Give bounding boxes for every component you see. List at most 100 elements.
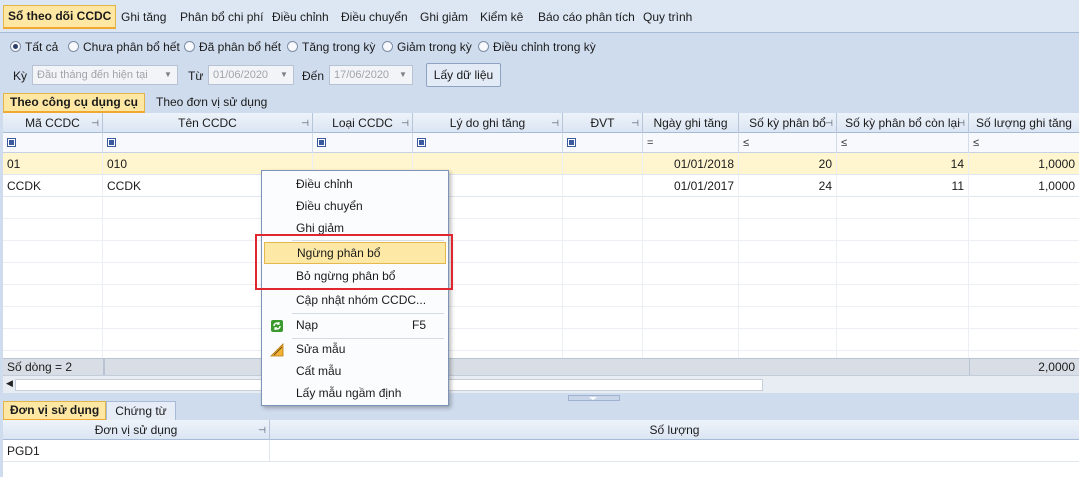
col-header-label: Số lượng bbox=[649, 423, 700, 437]
filter-cell-so-ky-phan-bo[interactable]: ≤ bbox=[739, 133, 837, 153]
grid-line bbox=[836, 153, 837, 358]
col-header-loai-ccdc[interactable]: Loại CCDC ⊣ bbox=[313, 113, 413, 133]
tab-theo-don-vi-su-dung[interactable]: Theo đơn vị sử dụng bbox=[150, 93, 273, 113]
tab-ghi-giam[interactable]: Ghi giảm bbox=[416, 5, 472, 29]
pin-icon[interactable]: ⊣ bbox=[401, 113, 409, 133]
col-header-don-vi-su-dung[interactable]: Đơn vị sử dụng ⊣ bbox=[3, 420, 270, 440]
menu-item-dieu-chinh[interactable]: Điều chỉnh bbox=[264, 173, 446, 195]
col-header-ten-ccdc[interactable]: Tên CCDC ⊣ bbox=[103, 113, 313, 133]
menu-item-cap-nhat-nhom[interactable]: Cập nhật nhóm CCDC... bbox=[264, 289, 446, 311]
filter-cell-ngay-ghi-tang[interactable]: = bbox=[643, 133, 739, 153]
filter-cell-loai-ccdc[interactable] bbox=[313, 133, 413, 153]
filter-cell-so-luong[interactable]: ≤ bbox=[969, 133, 1079, 153]
grid-line bbox=[968, 153, 969, 358]
cell-so-luong bbox=[270, 440, 1079, 462]
fetch-data-button[interactable]: Lấy dữ liệu bbox=[426, 63, 501, 87]
ccdc-grid: Mã CCDC ⊣ Tên CCDC ⊣ Loại CCDC ⊣ Lý do ghi … bbox=[3, 113, 1079, 375]
col-header-dvt[interactable]: ĐVT ⊣ bbox=[563, 113, 643, 133]
table-row[interactable]: PGD1 bbox=[3, 440, 1079, 462]
menu-item-label: Lấy mẫu ngầm định bbox=[296, 386, 402, 400]
total-so-luong: 2,0000 bbox=[969, 359, 1079, 375]
radio-tang-trong-ky[interactable]: Tăng trong kỳ bbox=[287, 39, 375, 55]
col-header-ngay-ghi-tang[interactable]: Ngày ghi tăng bbox=[643, 113, 739, 133]
main-tab-bar: Sổ theo dõi CCDC Ghi tăng Phân bổ chi ph… bbox=[0, 0, 1079, 33]
grid-filter-row: = ≤ ≤ ≤ bbox=[3, 133, 1079, 153]
tab-chung-tu[interactable]: Chứng từ bbox=[106, 401, 176, 421]
filter-operator: ≤ bbox=[841, 137, 848, 149]
edit-template-icon bbox=[270, 342, 284, 357]
cell-ma-ccdc: 01 bbox=[3, 153, 103, 175]
menu-item-label: Điều chuyển bbox=[296, 199, 363, 213]
tab-bao-cao-phan-tich[interactable]: Báo cáo phân tích bbox=[534, 5, 639, 29]
tab-kiem-ke[interactable]: Kiểm kê bbox=[476, 5, 527, 29]
menu-item-dieu-chuyen[interactable]: Điều chuyển bbox=[264, 195, 446, 217]
filter-operator: ≤ bbox=[743, 137, 750, 149]
radio-tat-ca[interactable]: Tất cả bbox=[10, 39, 58, 55]
tab-phan-bo-chi-phi[interactable]: Phân bổ chi phí bbox=[176, 5, 267, 29]
radio-chua-phan-bo-het[interactable]: Chưa phân bổ hết bbox=[68, 39, 180, 55]
cell-so-ky-phan-bo: 20 bbox=[739, 153, 837, 175]
pin-icon[interactable]: ⊣ bbox=[258, 420, 266, 440]
scroll-left-icon[interactable]: ◀ bbox=[6, 378, 13, 389]
radio-dieu-chinh-trong-ky[interactable]: Điều chỉnh trong kỳ bbox=[478, 39, 596, 55]
col-header-so-ky-phan-bo[interactable]: Số kỳ phân bổ ⊣ bbox=[739, 113, 837, 133]
tab-dieu-chuyen[interactable]: Điều chuyển bbox=[337, 5, 412, 29]
filter-icon bbox=[567, 138, 576, 147]
radio-dot bbox=[382, 41, 393, 52]
menu-item-shortcut: F5 bbox=[411, 318, 426, 332]
table-row[interactable]: 01 010 01/01/2018 20 14 1,0000 bbox=[3, 153, 1079, 175]
radio-dot bbox=[68, 41, 79, 52]
pin-icon[interactable]: ⊣ bbox=[631, 113, 639, 133]
col-header-so-luong[interactable]: Số lượng bbox=[270, 420, 1079, 440]
tu-value: 01/06/2020 bbox=[213, 69, 269, 81]
ky-select[interactable]: Đầu tháng đến hiện tại ▼ bbox=[32, 65, 178, 85]
menu-item-label: Ghi giảm bbox=[296, 221, 345, 235]
den-date-field[interactable]: 17/06/2020 ▼ bbox=[329, 65, 413, 85]
col-header-ly-do-ghi-tang[interactable]: Lý do ghi tăng ⊣ bbox=[413, 113, 563, 133]
filter-cell-dvt[interactable] bbox=[563, 133, 643, 153]
grid-footer: Số dòng = 2 2,0000 bbox=[3, 358, 1079, 375]
filter-icon bbox=[317, 138, 326, 147]
chevron-down-icon: ▼ bbox=[164, 70, 172, 79]
col-header-ma-ccdc[interactable]: Mã CCDC ⊣ bbox=[3, 113, 103, 133]
tab-so-theo-doi-ccdc[interactable]: Sổ theo dõi CCDC bbox=[3, 5, 117, 29]
cell-so-ky-con-lai: 14 bbox=[837, 153, 969, 175]
filter-cell-so-ky-con-lai[interactable]: ≤ bbox=[837, 133, 969, 153]
empty-row bbox=[3, 241, 1079, 263]
tab-theo-cong-cu-dung-cu[interactable]: Theo công cụ dụng cụ bbox=[3, 93, 145, 113]
tab-don-vi-su-dung[interactable]: Đơn vị sử dụng bbox=[3, 401, 107, 421]
col-header-so-ky-phan-bo-con-lai[interactable]: Số kỳ phân bổ còn lại ⊣ bbox=[837, 113, 969, 133]
pin-icon[interactable]: ⊣ bbox=[825, 113, 833, 133]
table-row[interactable]: CCDK CCDK 01/01/2017 24 11 1,0000 bbox=[3, 175, 1079, 197]
menu-item-nap[interactable]: Nạp F5 bbox=[264, 314, 446, 336]
pin-icon[interactable]: ⊣ bbox=[301, 113, 309, 133]
filter-cell-ly-do[interactable] bbox=[413, 133, 563, 153]
radio-da-phan-bo-het[interactable]: Đã phân bổ hết bbox=[184, 39, 281, 55]
col-header-label: ĐVT bbox=[590, 116, 615, 130]
menu-item-lay-mau-ngam-dinh[interactable]: Lấy mẫu ngầm định bbox=[264, 382, 446, 404]
cell-so-ky-con-lai: 11 bbox=[837, 175, 969, 197]
grid-line bbox=[738, 153, 739, 358]
menu-item-label: Nạp bbox=[296, 318, 319, 332]
pin-icon[interactable]: ⊣ bbox=[91, 113, 99, 133]
horizontal-scrollbar[interactable]: ◀ bbox=[3, 375, 1079, 393]
radio-giam-trong-ky[interactable]: Giảm trong kỳ bbox=[382, 39, 472, 55]
pin-icon[interactable]: ⊣ bbox=[957, 113, 965, 133]
filter-cell-ten-ccdc[interactable] bbox=[103, 133, 313, 153]
tab-dieu-chinh[interactable]: Điều chỉnh bbox=[268, 5, 333, 29]
filter-cell-ma-ccdc[interactable] bbox=[3, 133, 103, 153]
col-header-so-luong-ghi-tang[interactable]: Số lượng ghi tăng bbox=[969, 113, 1079, 133]
cell-don-vi: PGD1 bbox=[3, 440, 270, 462]
menu-item-cat-mau[interactable]: Cất mẫu bbox=[264, 360, 446, 382]
tab-ghi-tang[interactable]: Ghi tăng bbox=[117, 5, 170, 29]
col-header-label: Loại CCDC bbox=[332, 116, 393, 130]
tu-date-field[interactable]: 01/06/2020 ▼ bbox=[208, 65, 294, 85]
cell-so-luong: 1,0000 bbox=[1038, 179, 1075, 193]
pin-icon[interactable]: ⊣ bbox=[551, 113, 559, 133]
menu-item-sua-mau[interactable]: Sửa mẫu bbox=[264, 338, 446, 360]
empty-row bbox=[3, 197, 1079, 219]
panel-splitter[interactable] bbox=[568, 395, 620, 401]
filter-operator: = bbox=[647, 137, 654, 149]
tab-quy-trinh[interactable]: Quy trình bbox=[639, 5, 696, 29]
radio-label: Đã phân bổ hết bbox=[199, 40, 282, 54]
